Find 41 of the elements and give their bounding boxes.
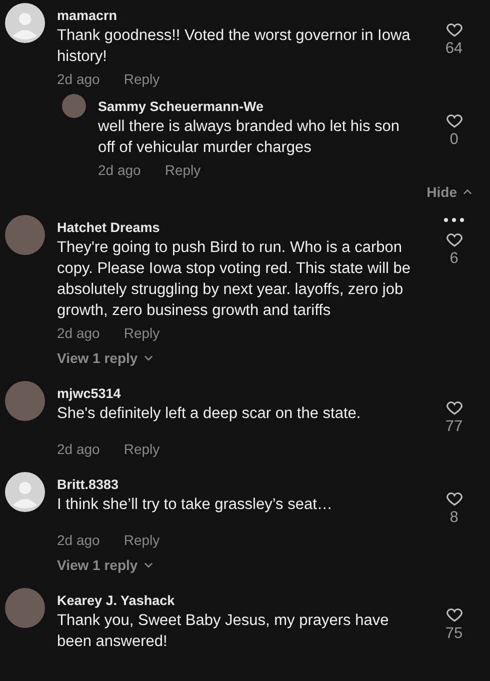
default-avatar-icon bbox=[5, 472, 45, 512]
default-avatar-icon bbox=[5, 3, 45, 43]
comment-text: Thank goodness!! Voted the worst governor in Iowa history! bbox=[57, 26, 412, 67]
username[interactable]: Sammy Scheuermann-We bbox=[98, 98, 418, 115]
username[interactable]: mamacrn bbox=[57, 7, 418, 24]
comment-text: I think she’ll try to take grassley’s seat… bbox=[57, 495, 334, 515]
view-replies-button[interactable]: View 1 reply bbox=[57, 556, 153, 574]
comment-text: She's definitely left a deep scar on the state. bbox=[57, 404, 362, 424]
like-count: 75 bbox=[445, 624, 463, 644]
chevron-down-icon bbox=[144, 355, 153, 361]
reply-link[interactable]: Reply bbox=[124, 531, 160, 549]
comment-text: They're going to push Bird to run. Who is a carbon copy. Please Iowa stop voting red. This state will be absolutely struggling by next year. layoffs, zero job growth, zero business growth and tariffs bbox=[57, 238, 412, 321]
timestamp: 2d ago bbox=[57, 531, 100, 549]
reply-link[interactable]: Reply bbox=[124, 324, 160, 342]
chevron-down-icon bbox=[144, 562, 153, 568]
username[interactable]: Britt.8383 bbox=[57, 476, 418, 493]
like-count: 77 bbox=[445, 417, 463, 437]
comment-text: Thank you, Sweet Baby Jesus, my prayers have been answered! bbox=[57, 611, 390, 652]
view-replies-button[interactable]: View 1 reply bbox=[57, 349, 153, 367]
avatar-photo-placeholder bbox=[5, 588, 45, 628]
hide-replies-button[interactable]: Hide bbox=[426, 183, 472, 201]
timestamp: 2d ago bbox=[57, 324, 100, 342]
username[interactable]: Kearey J. Yashack bbox=[57, 592, 418, 609]
like-count: 64 bbox=[445, 39, 463, 59]
like-count: 8 bbox=[450, 508, 458, 528]
username[interactable]: Hatchet Dreams bbox=[57, 219, 418, 236]
avatar-photo-placeholder bbox=[62, 94, 86, 118]
like-count: 6 bbox=[450, 249, 458, 269]
chevron-up-icon bbox=[463, 189, 472, 195]
timestamp: 2d ago bbox=[98, 161, 141, 179]
avatar-photo-placeholder bbox=[5, 381, 45, 421]
comment-text: well there is always branded who let his son off of vehicular murder charges bbox=[98, 117, 401, 158]
reply-link[interactable]: Reply bbox=[164, 161, 201, 179]
avatar-photo-placeholder bbox=[5, 215, 45, 255]
reply-link[interactable]: Reply bbox=[124, 440, 160, 458]
like-count: 0 bbox=[450, 130, 458, 150]
username[interactable]: mjwc5314 bbox=[57, 385, 418, 402]
reply-link[interactable]: Reply bbox=[124, 70, 160, 88]
more-options-icon[interactable] bbox=[444, 218, 464, 222]
timestamp: 2d ago bbox=[57, 70, 100, 88]
timestamp: 2d ago bbox=[57, 440, 100, 458]
